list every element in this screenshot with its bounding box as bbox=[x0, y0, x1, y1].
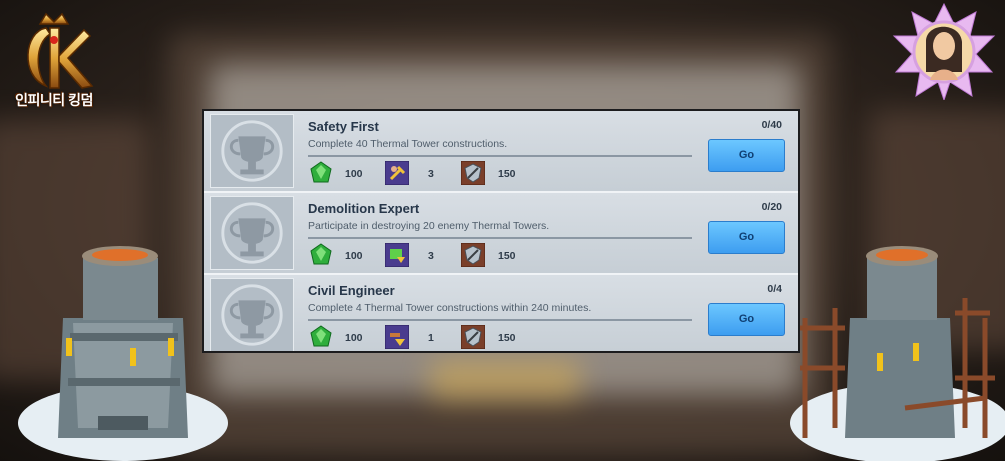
trophy-badge-icon bbox=[210, 278, 294, 351]
achievement-title: Demolition Expert bbox=[308, 201, 420, 216]
shield-crest-icon bbox=[461, 161, 485, 185]
achievement-progress-bar bbox=[308, 319, 692, 321]
reward-crest-value: 150 bbox=[498, 250, 516, 262]
builder-hammer-icon bbox=[385, 161, 409, 185]
trophy-badge-icon bbox=[210, 114, 294, 188]
background-blur bbox=[430, 360, 580, 400]
go-button[interactable]: Go bbox=[708, 303, 785, 336]
shield-crest-icon bbox=[461, 243, 485, 267]
achievement-progress-count: 0/4 bbox=[767, 283, 782, 295]
thermal-tower-illustration bbox=[18, 246, 228, 461]
achievement-progress-bar bbox=[308, 237, 692, 239]
achievement-description: Complete 40 Thermal Tower constructions. bbox=[308, 138, 508, 150]
game-logo-text: 인피니티 킹덤 bbox=[15, 92, 93, 108]
hammer-speedup-icon bbox=[385, 325, 409, 349]
emerald-gem-icon bbox=[310, 243, 332, 265]
achievement-progress-bar bbox=[308, 155, 692, 157]
reward-item-value: 1 bbox=[428, 332, 434, 344]
go-button[interactable]: Go bbox=[708, 139, 785, 172]
reward-gem-value: 100 bbox=[345, 250, 363, 262]
reward-crest-value: 150 bbox=[498, 168, 516, 180]
shield-crest-icon bbox=[461, 325, 485, 349]
reward-gem-value: 100 bbox=[345, 332, 363, 344]
achievement-row-civil-engineer: Civil Engineer Complete 4 Thermal Tower … bbox=[204, 275, 798, 351]
reward-item-value: 3 bbox=[428, 250, 434, 262]
achievement-row-demolition-expert: Demolition Expert Participate in destroy… bbox=[204, 193, 798, 273]
achievement-title: Safety First bbox=[308, 119, 379, 134]
achievement-list-panel[interactable]: Safety First Complete 40 Thermal Tower c… bbox=[202, 109, 800, 353]
reward-crest-value: 150 bbox=[498, 332, 516, 344]
achievement-title: Civil Engineer bbox=[308, 283, 395, 298]
achievement-progress-count: 0/20 bbox=[761, 201, 782, 213]
achievement-description: Participate in destroying 20 enemy Therm… bbox=[308, 220, 550, 232]
achievement-progress-count: 0/40 bbox=[761, 119, 782, 131]
emerald-gem-icon bbox=[310, 161, 332, 183]
scroll-speedup-icon bbox=[385, 243, 409, 267]
reward-gem-value: 100 bbox=[345, 168, 363, 180]
reward-item-value: 3 bbox=[428, 168, 434, 180]
player-avatar[interactable] bbox=[890, 2, 998, 100]
emerald-gem-icon bbox=[310, 325, 332, 347]
trophy-badge-icon bbox=[210, 196, 294, 270]
thermal-tower-construction-illustration bbox=[790, 246, 1005, 461]
go-button[interactable]: Go bbox=[708, 221, 785, 254]
achievement-description: Complete 4 Thermal Tower constructions w… bbox=[308, 302, 592, 314]
achievement-row-safety-first: Safety First Complete 40 Thermal Tower c… bbox=[204, 111, 798, 191]
